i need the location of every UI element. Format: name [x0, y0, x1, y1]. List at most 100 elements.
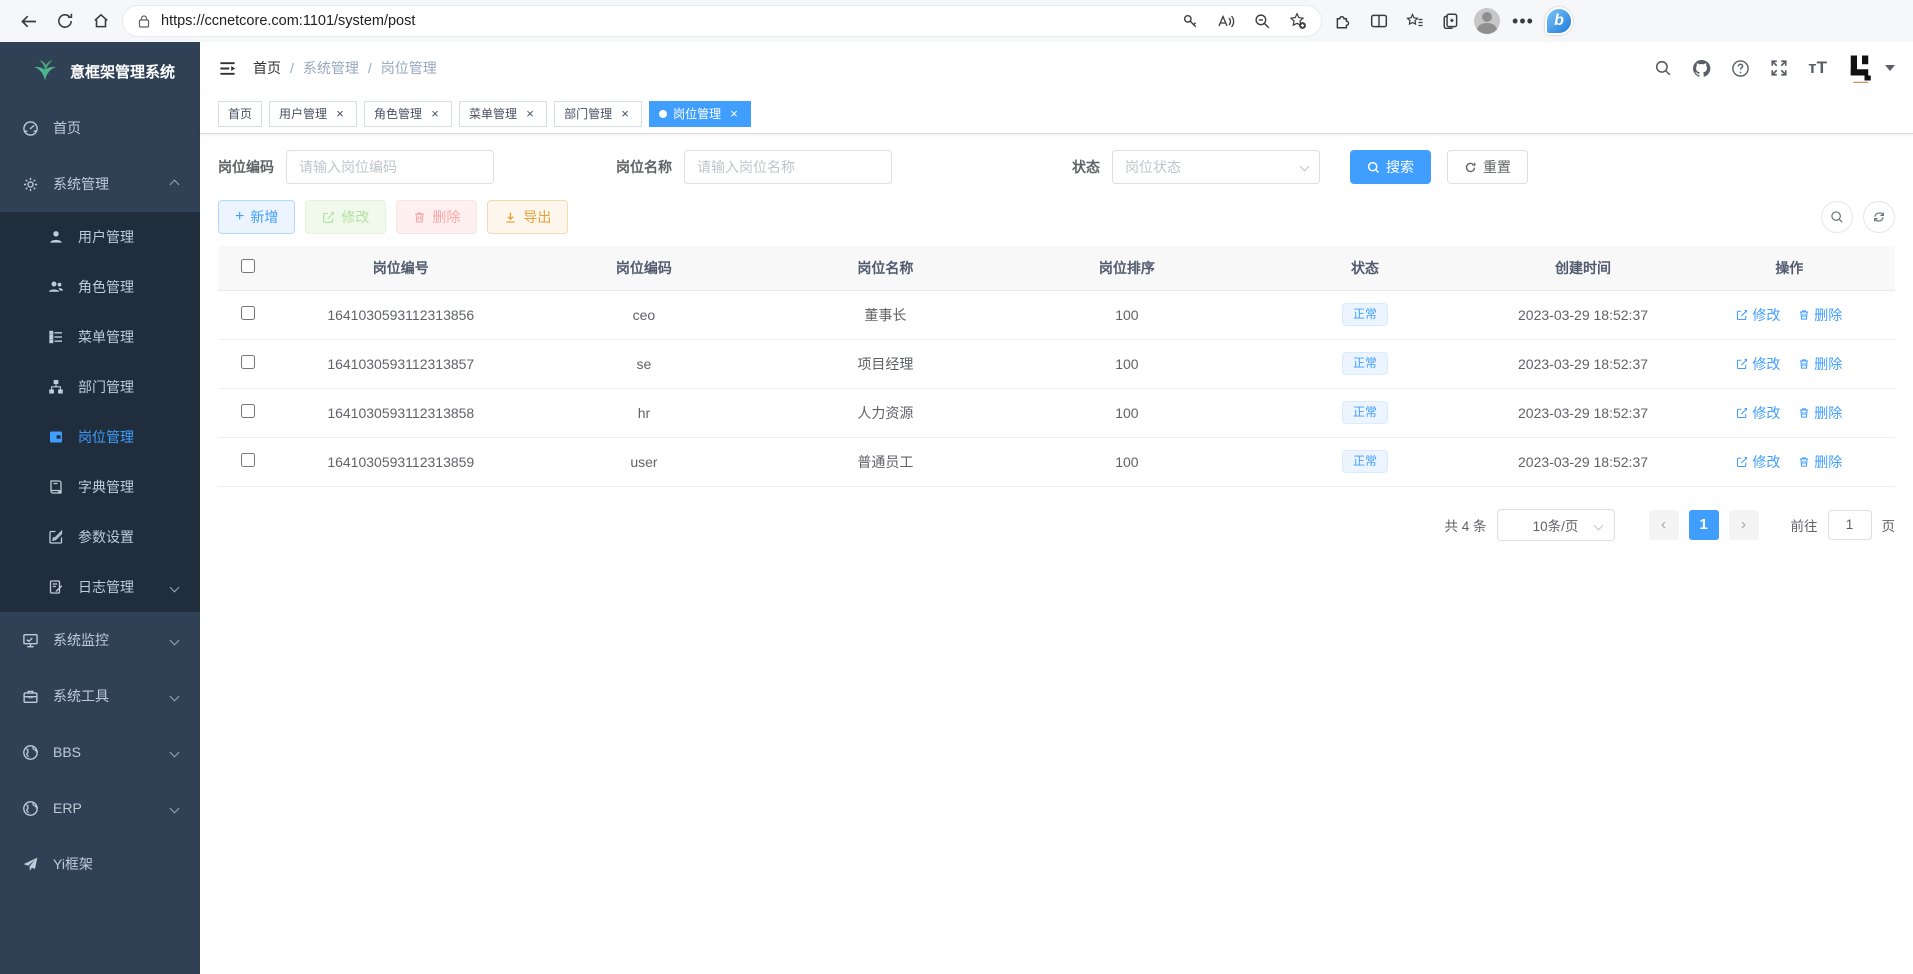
- trash-icon: [1798, 358, 1810, 370]
- prev-page-button[interactable]: ‹: [1649, 510, 1679, 540]
- breadcrumb-current: 岗位管理: [381, 58, 437, 78]
- row-delete-button[interactable]: 删除: [1798, 403, 1842, 423]
- refresh-icon: [1464, 161, 1477, 174]
- paper-plane-icon: [22, 856, 39, 873]
- tab-role-mgmt[interactable]: 角色管理×: [364, 101, 452, 127]
- row-edit-button[interactable]: 修改: [1736, 403, 1780, 423]
- close-icon[interactable]: ×: [523, 107, 537, 121]
- row-delete-button[interactable]: 删除: [1798, 354, 1842, 374]
- extensions-icon[interactable]: [1328, 6, 1358, 36]
- sidebar-item-log-mgmt[interactable]: 日志管理: [0, 562, 200, 612]
- pagination: 共 4 条 10条/页 ‹ 1 › 前往 页: [218, 509, 1895, 541]
- edit-icon: [322, 211, 335, 224]
- tab-menu-mgmt[interactable]: 菜单管理×: [459, 101, 547, 127]
- post-mgmt-page: 岗位编码 岗位名称 状态 岗位状态 搜索 重: [200, 134, 1913, 974]
- copilot-icon[interactable]: b: [1544, 6, 1574, 36]
- sidebar-item-erp[interactable]: ERP: [0, 780, 200, 836]
- table-header-row: 岗位编号 岗位编码 岗位名称 岗位排序 状态 创建时间 操作: [218, 246, 1895, 290]
- users-icon: [48, 279, 64, 295]
- user-avatar-menu[interactable]: [1847, 53, 1895, 83]
- edit-icon: [1736, 407, 1748, 419]
- trash-icon: [1798, 407, 1810, 419]
- refresh-icon[interactable]: [50, 6, 80, 36]
- row-edit-button[interactable]: 修改: [1736, 452, 1780, 472]
- close-icon[interactable]: ×: [618, 107, 632, 121]
- help-icon[interactable]: [1731, 59, 1750, 78]
- password-key-icon[interactable]: [1177, 8, 1203, 34]
- export-button[interactable]: 导出: [487, 200, 568, 234]
- tab-dept-mgmt[interactable]: 部门管理×: [554, 101, 642, 127]
- next-page-button[interactable]: ›: [1729, 510, 1759, 540]
- sidebar-item-home[interactable]: 首页: [0, 100, 200, 156]
- tab-user-mgmt[interactable]: 用户管理×: [269, 101, 357, 127]
- favorite-add-icon[interactable]: [1285, 8, 1311, 34]
- sidebar-item-role-mgmt[interactable]: 角色管理: [0, 262, 200, 312]
- col-actions: 操作: [1684, 246, 1895, 290]
- row-checkbox[interactable]: [241, 306, 255, 320]
- favorites-bar-icon[interactable]: [1400, 6, 1430, 36]
- url-text[interactable]: https://ccnetcore.com:1101/system/post: [161, 13, 1167, 29]
- read-aloud-icon[interactable]: [1213, 8, 1239, 34]
- row-edit-button[interactable]: 修改: [1736, 354, 1780, 374]
- sidebar-item-bbs[interactable]: BBS: [0, 724, 200, 780]
- sidebar-item-user-mgmt[interactable]: 用户管理: [0, 212, 200, 262]
- delete-button[interactable]: 删除: [396, 200, 477, 234]
- post-code-input[interactable]: [286, 150, 494, 184]
- breadcrumb-home[interactable]: 首页: [253, 58, 281, 78]
- toggle-search-button[interactable]: [1821, 201, 1853, 233]
- zoom-out-icon[interactable]: [1249, 8, 1275, 34]
- edit-button[interactable]: 修改: [305, 200, 386, 234]
- collections-add-icon[interactable]: [1436, 6, 1466, 36]
- close-icon[interactable]: ×: [727, 107, 741, 121]
- fullscreen-icon[interactable]: [1770, 59, 1788, 77]
- sidebar-item-param-settings[interactable]: 参数设置: [0, 512, 200, 562]
- sidebar-item-label: 系统监控: [53, 630, 109, 650]
- row-checkbox[interactable]: [241, 404, 255, 418]
- sidebar-item-label: 日志管理: [78, 577, 134, 597]
- cell-created: 2023-03-29 18:52:37: [1482, 290, 1683, 339]
- search-button[interactable]: 搜索: [1350, 150, 1431, 184]
- row-edit-button[interactable]: 修改: [1736, 305, 1780, 325]
- home-icon[interactable]: [86, 6, 116, 36]
- split-screen-icon[interactable]: [1364, 6, 1394, 36]
- post-name-input[interactable]: [684, 150, 892, 184]
- tag-tabs-bar: 首页 用户管理× 角色管理× 菜单管理× 部门管理× 岗位管理×: [200, 94, 1913, 134]
- sidebar-item-yi-framework[interactable]: Yi框架: [0, 836, 200, 892]
- status-select[interactable]: 岗位状态: [1112, 150, 1320, 184]
- sidebar-item-dict-mgmt[interactable]: 字典管理: [0, 462, 200, 512]
- row-checkbox[interactable]: [241, 453, 255, 467]
- close-icon[interactable]: ×: [333, 107, 347, 121]
- sidebar-item-dept-mgmt[interactable]: 部门管理: [0, 362, 200, 412]
- row-checkbox[interactable]: [241, 355, 255, 369]
- select-all-checkbox[interactable]: [241, 259, 255, 273]
- tab-post-mgmt[interactable]: 岗位管理×: [649, 101, 751, 127]
- sidebar-item-system-mgmt[interactable]: 系统管理: [0, 156, 200, 212]
- row-delete-button[interactable]: 删除: [1798, 305, 1842, 325]
- back-icon[interactable]: [14, 6, 44, 36]
- sidebar-item-menu-mgmt[interactable]: 菜单管理: [0, 312, 200, 362]
- header-search-icon[interactable]: [1654, 59, 1672, 77]
- github-icon[interactable]: [1692, 59, 1711, 78]
- edit-icon: [1736, 456, 1748, 468]
- goto-page-input[interactable]: [1828, 510, 1872, 540]
- page-1-button[interactable]: 1: [1689, 510, 1719, 540]
- sidebar-item-label: 参数设置: [78, 527, 134, 547]
- address-bar[interactable]: https://ccnetcore.com:1101/system/post: [122, 5, 1322, 37]
- row-delete-button[interactable]: 删除: [1798, 452, 1842, 472]
- tab-home[interactable]: 首页: [218, 101, 262, 127]
- add-button[interactable]: +新增: [218, 200, 295, 234]
- app-header: 首页 / 系统管理 / 岗位管理 тT: [200, 42, 1913, 94]
- reset-button[interactable]: 重置: [1447, 150, 1528, 184]
- status-badge: 正常: [1342, 401, 1388, 425]
- page-size-select[interactable]: 10条/页: [1497, 509, 1615, 541]
- close-icon[interactable]: ×: [428, 107, 442, 121]
- menu-fold-icon[interactable]: [218, 59, 237, 78]
- browser-menu-icon[interactable]: •••: [1508, 6, 1538, 36]
- lock-icon[interactable]: [137, 14, 151, 29]
- sidebar-item-post-mgmt[interactable]: 岗位管理: [0, 412, 200, 462]
- browser-profile-avatar[interactable]: [1472, 6, 1502, 36]
- font-size-icon[interactable]: тT: [1808, 58, 1827, 78]
- sidebar-item-system-monitor[interactable]: 系统监控: [0, 612, 200, 668]
- refresh-table-button[interactable]: [1863, 201, 1895, 233]
- sidebar-item-system-tools[interactable]: 系统工具: [0, 668, 200, 724]
